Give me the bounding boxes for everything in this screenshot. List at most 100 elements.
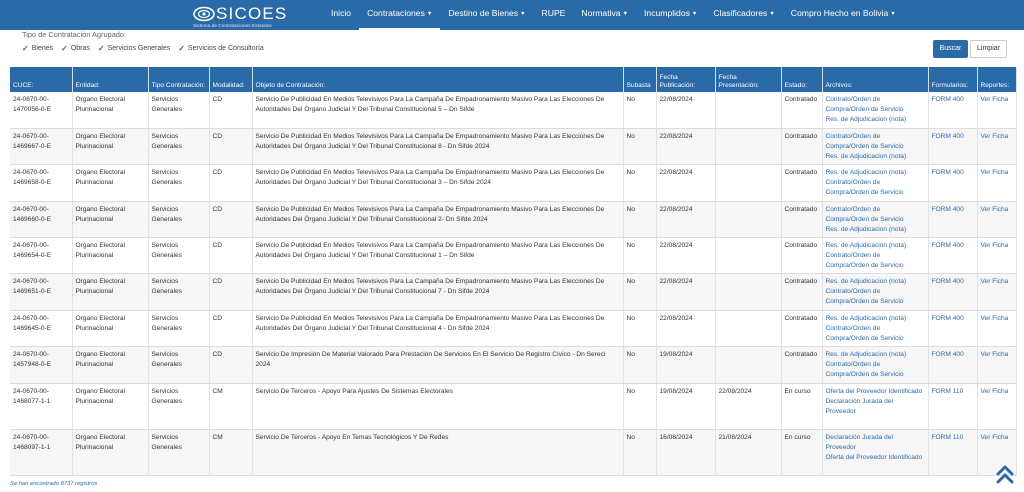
cell-modalidad: CM [209,429,253,476]
sicoes-logo[interactable]: SICOES Sistema de Contrataciones Estatal… [193,4,303,28]
file-link[interactable]: Res. de Adjudicacion (nota) [826,241,925,251]
column-header-fecha-presentacion[interactable]: Fecha Presentación: [715,67,782,92]
nav-item-normativa[interactable]: Normativa ▼ [573,0,636,30]
ver-ficha-link[interactable]: Ver Ficha [981,277,1013,287]
cell-formulario: FORM 400 [928,273,978,311]
double-chevron-up-icon[interactable] [994,463,1016,485]
filter-checkbox-label: Bienes [31,45,54,52]
chevron-down-icon: ▼ [890,11,896,17]
file-link[interactable]: Contrato/Orden de Compra/Orden de Servic… [826,251,925,271]
file-link[interactable]: Declaración Jurada del Proveedor [826,397,925,417]
file-link[interactable]: Res. de Adjudicacion (nota) [826,152,925,162]
file-link[interactable]: Declaración Jurada del Proveedor [826,433,925,453]
nav-item-inicio[interactable]: Inicio [323,0,359,30]
cell-cuce: 24-0670-00-1469654-0-E [10,237,73,275]
file-link[interactable]: Res. de Adjudicacion (nota) [826,115,925,125]
cell-cuce: 24-0670-00-1469651-0-E [10,273,73,311]
file-link[interactable]: Contrato/Orden de Compra/Orden de Servic… [826,95,925,115]
nav-item-contrataciones[interactable]: Contrataciones ▼ [359,0,441,30]
form-link[interactable]: FORM 400 [932,95,974,105]
ver-ficha-link[interactable]: Ver Ficha [981,433,1013,443]
column-header-cuce[interactable]: CUCE: [10,67,73,92]
form-link[interactable]: FORM 110 [932,387,974,397]
form-link[interactable]: FORM 400 [932,168,974,178]
cell-subasta: No [623,383,657,430]
results-table-wrapper: CUCE: Entidad: Tipo Contratación: Modalidad… [10,67,1017,476]
cell-archivos: Oferta del Proveedor Identificado Declara… [822,383,929,430]
column-header-entidad[interactable]: Entidad: [72,67,149,92]
cell-entidad: Organo Electoral Plurinacional [72,128,149,166]
form-link[interactable]: FORM 400 [932,205,974,215]
file-link[interactable]: Res. de Adjudicacion (nota) [826,314,925,324]
file-link[interactable]: Contrato/Orden de Compra/Orden de Servic… [826,132,925,152]
nav-item-label: Compro Hecho en Bolivia [790,8,889,18]
file-link[interactable]: Oferta del Proveedor Identificado [826,453,925,463]
cell-entidad: Organo Electoral Plurinacional [72,383,149,430]
cell-objeto: Servicio De Publicidad En Medios Televis… [252,128,624,166]
file-link[interactable]: Contrato/Orden de Compra/Orden de Servic… [826,324,925,344]
nav-item-incumplidos[interactable]: Incumplidos ▼ [636,0,705,30]
column-header-subasta[interactable]: Subasta [623,67,657,92]
check-icon: ✓ [178,44,185,53]
file-link[interactable]: Res. de Adjudicacion (nota) [826,277,925,287]
filter-checkbox-group: ✓ Bienes ✓ Obras ✓ Servicios Generales ✓ Servic… [22,44,272,53]
file-link[interactable]: Contrato/Orden de Compra/Orden de Servic… [826,287,925,307]
form-link[interactable]: FORM 400 [932,350,974,360]
form-link[interactable]: FORM 400 [932,241,974,251]
cell-entidad: Organo Electoral Plurinacional [72,92,149,129]
nav-item-label: Destino de Bienes [448,8,519,18]
top-navbar: SICOES Sistema de Contrataciones Estatal… [0,0,1024,30]
check-icon: ✓ [22,44,29,53]
cell-cuce: 24-0670-00-1469645-0-E [10,310,73,348]
file-link[interactable]: Res. de Adjudicacion (nota) [826,350,925,360]
file-link[interactable]: Res. de Adjudicacion (nota) [826,168,925,178]
nav-item-compro-hecho-en-bolivia[interactable]: Compro Hecho en Bolivia ▼ [783,0,904,30]
file-link[interactable]: Contrato/Orden de Compra/Orden de Servic… [826,205,925,225]
cell-tipo: Servicios Generales [148,92,210,129]
chevron-down-icon: ▼ [769,11,775,17]
column-header-reportes[interactable]: Reportes: [977,67,1017,92]
file-link[interactable]: Contrato/Orden de Compra/Orden de Servic… [826,360,925,380]
file-link[interactable]: Res. de Adjudicacion (nota) [826,225,925,235]
filter-checkbox-bienes[interactable]: ✓ Bienes [22,44,53,53]
cell-modalidad: CD [209,92,253,129]
cell-objeto: Servicio De Publicidad En Medios Televis… [252,237,624,275]
nav-item-rupe[interactable]: RUPE [534,0,574,30]
chevron-down-icon: ▼ [426,11,433,17]
ver-ficha-link[interactable]: Ver Ficha [981,168,1013,178]
cell-estado: Contratado [781,201,823,239]
form-link[interactable]: FORM 400 [932,277,974,287]
cell-archivos: Res. de Adjudicacion (nota) Contrato/Orde… [822,273,929,311]
column-header-archivos[interactable]: Archivos: [822,67,929,92]
clear-button[interactable]: Limpiar [970,40,1007,58]
form-link[interactable]: FORM 400 [932,314,974,324]
ver-ficha-link[interactable]: Ver Ficha [981,132,1013,142]
form-link[interactable]: FORM 400 [932,132,974,142]
filter-checkbox-servicios-de-consultoria[interactable]: ✓ Servicios de Consultoría [178,44,264,53]
file-link[interactable]: Oferta del Proveedor Identificado [826,387,925,397]
ver-ficha-link[interactable]: Ver Ficha [981,241,1013,251]
file-link[interactable]: Contrato/Orden de Compra/Orden de Servic… [826,178,925,198]
column-header-formularios[interactable]: Formularios: [928,67,978,92]
ver-ficha-link[interactable]: Ver Ficha [981,350,1013,360]
filter-checkbox-servicios-generales[interactable]: ✓ Servicios Generales [98,44,170,53]
ver-ficha-link[interactable]: Ver Ficha [981,387,1013,397]
column-header-fecha-publicacion[interactable]: Fecha Publicación: [656,67,716,92]
column-header-objeto-de-contratacion[interactable]: Objeto de Contratación: [252,67,624,92]
cell-archivos: Res. de Adjudicacion (nota) Contrato/Orde… [822,310,929,348]
form-link[interactable]: FORM 110 [932,433,974,443]
chevron-down-icon: ▼ [622,11,629,17]
column-header-modalidad[interactable]: Modalidad: [209,67,253,92]
column-header-tipo-contratacion[interactable]: Tipo Contratación: [148,67,210,92]
cell-estado: Contratado [781,164,823,202]
ver-ficha-link[interactable]: Ver Ficha [981,314,1013,324]
column-header-estado[interactable]: Estado: [781,67,823,92]
nav-item-destino-de-bienes[interactable]: Destino de Bienes ▼ [440,0,533,30]
cell-entidad: Organo Electoral Plurinacional [72,164,149,202]
ver-ficha-link[interactable]: Ver Ficha [981,95,1013,105]
nav-item-label: Incumplidos [644,8,690,18]
ver-ficha-link[interactable]: Ver Ficha [981,205,1013,215]
filter-checkbox-obras[interactable]: ✓ Obras [61,44,90,53]
nav-item-clasificadores[interactable]: Clasificadores ▼ [705,0,782,30]
search-button[interactable]: Buscar [933,40,968,58]
